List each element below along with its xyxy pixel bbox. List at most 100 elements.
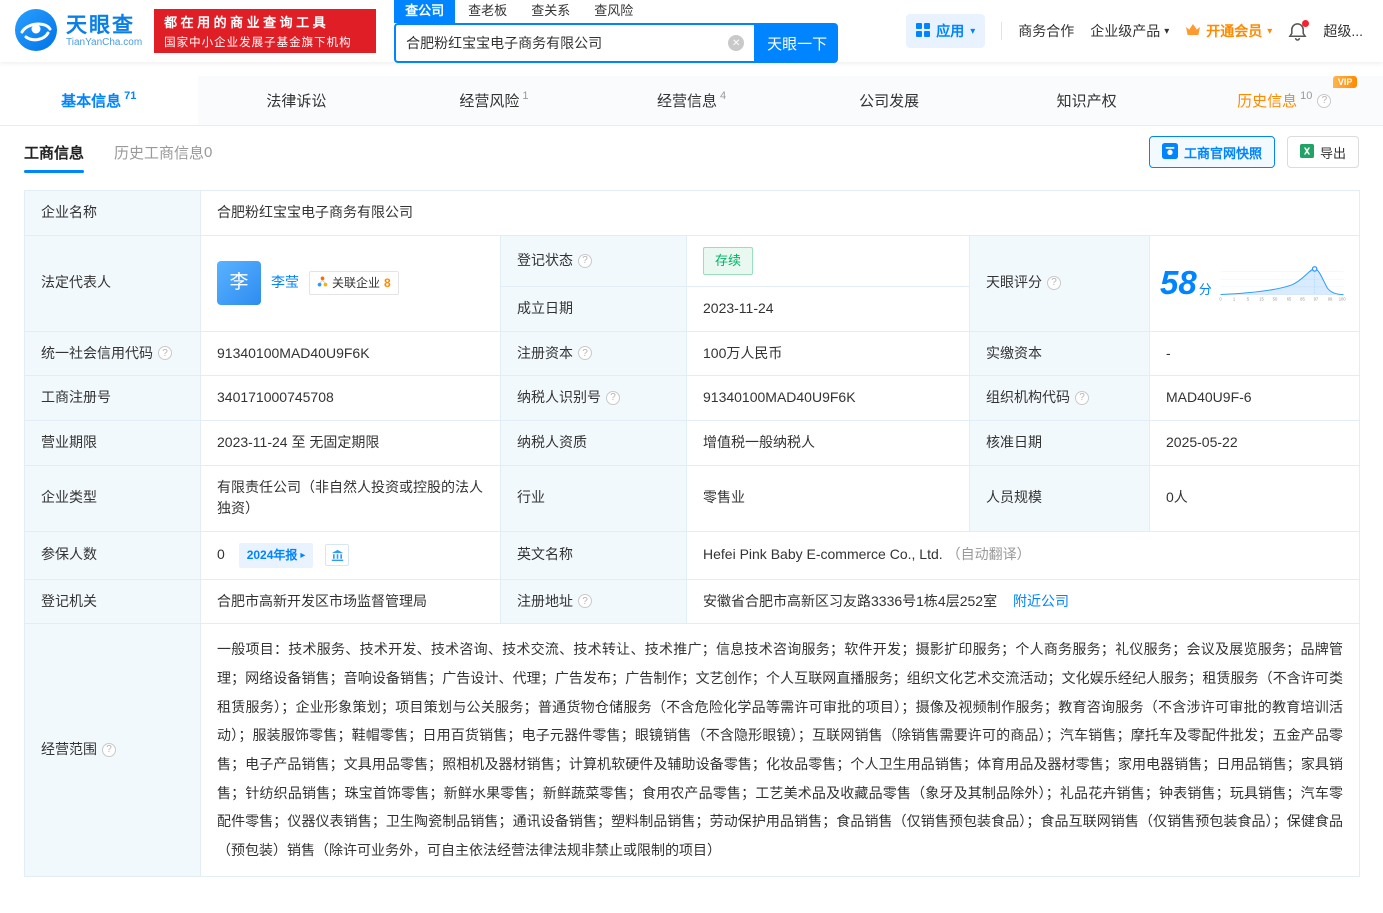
taxpayer-id-label: 纳税人识别号 [500, 375, 687, 421]
search-tabs: 查公司 查老板 查关系 查风险 [394, 0, 838, 23]
help-icon[interactable] [1075, 391, 1089, 406]
apps-button[interactable]: 应用 ▾ [906, 14, 986, 48]
table-row: 法定代表人 李 李莹 关联企业 8 登记状态 ? 存续 天眼评分 ? 58 分 … [24, 234, 1361, 332]
subtab-business-registration[interactable]: 工商信息 [24, 142, 85, 173]
notification-bell-icon[interactable] [1288, 19, 1310, 41]
business-scope-label: 经营范围 [24, 623, 201, 877]
tab-intellectual-property[interactable]: 知识产权 [988, 76, 1186, 125]
reg-capital-label: 注册资本 [500, 330, 687, 377]
slogan-line1: 都在用的商业查询工具 [164, 15, 330, 30]
svg-text:97: 97 [1313, 296, 1318, 301]
legal-rep-cell: 李 李莹 关联企业 8 [200, 234, 501, 332]
nearby-companies-link[interactable]: 附近公司 [1013, 593, 1069, 609]
reg-status-value: 存续 [686, 234, 970, 287]
search-tab-boss[interactable]: 查老板 [457, 0, 518, 23]
table-row: 统一社会信用代码 91340100MAD40U9F6K 注册资本 100万人民币… [24, 330, 1361, 377]
org-code-label: 组织机构代码 [969, 375, 1150, 421]
tianyan-score-label: 天眼评分 [969, 234, 1150, 332]
staff-size-value: 0人 [1148, 464, 1361, 532]
table-row: 工商注册号 340171000745708 纳税人识别号 91340100MAD… [24, 375, 1361, 421]
legal-rep-name-link[interactable]: 李莹 [271, 272, 299, 294]
related-companies-tag[interactable]: 关联企业 8 [309, 270, 399, 296]
open-vip-button[interactable]: 开通会员 ▾ [1185, 21, 1272, 41]
nav-enterprise-products[interactable]: 企业级产品 ▾ [1090, 21, 1169, 41]
help-icon[interactable] [578, 594, 592, 609]
svg-text:50: 50 [1272, 296, 1277, 301]
address-value-cell: 安徽省合肥市高新区习友路3336号1栋4层252室 附近公司 [685, 578, 1361, 625]
clear-search-icon[interactable] [728, 35, 745, 51]
subtab-history-registration[interactable]: 历史工商信息 0 [114, 142, 212, 163]
tianyancha-eye-icon [14, 8, 58, 55]
subtab-row: 工商信息 历史工商信息 0 工商官网快照 导出 [0, 126, 1383, 178]
vip-badge: VIP [1332, 76, 1358, 88]
term-label: 营业期限 [24, 419, 201, 466]
help-icon[interactable] [158, 346, 172, 361]
svg-text:85: 85 [1300, 296, 1305, 301]
table-row: 营业期限 2023-11-24 至 无固定期限 纳税人资质 增值税一般纳税人 核… [24, 419, 1361, 466]
industry-value: 零售业 [686, 464, 970, 532]
tab-legal-proceedings[interactable]: 法律诉讼 [198, 76, 396, 125]
tab-business-info[interactable]: 经营信息 4 [593, 76, 791, 125]
search-tab-risk[interactable]: 查风险 [583, 0, 644, 23]
divider [1001, 22, 1003, 40]
company-info-table: 企业名称 合肥粉红宝宝电子商务有限公司 法定代表人 李 李莹 关联企业 8 登记… [24, 190, 1361, 877]
svg-text:0: 0 [1219, 296, 1222, 301]
uscc-label: 统一社会信用代码 [24, 330, 201, 377]
search-tab-company[interactable]: 查公司 [394, 0, 456, 23]
taxpayer-id-value: 91340100MAD40U9F6K [686, 375, 970, 421]
legal-rep-label: 法定代表人 [24, 234, 201, 332]
approval-date-label: 核准日期 [969, 419, 1150, 466]
tianyan-score-cell[interactable]: 58 分 0 1 5 15 50 65 85 97 99 100 [1148, 234, 1361, 332]
export-button[interactable]: 导出 [1286, 136, 1359, 168]
status-badge: 存续 [703, 246, 754, 275]
help-icon[interactable] [1317, 93, 1332, 108]
annual-report-archive-icon[interactable] [325, 544, 350, 567]
search-input[interactable] [406, 35, 729, 51]
network-graph-icon [317, 274, 328, 293]
help-icon[interactable] [1047, 276, 1061, 291]
help-icon[interactable] [606, 391, 620, 406]
paid-capital-label: 实缴资本 [969, 330, 1150, 377]
help-icon[interactable] [578, 253, 592, 268]
official-snapshot-button[interactable]: 工商官网快照 [1148, 136, 1275, 168]
brand-name: 天眼查 [66, 13, 135, 37]
company-type-label: 企业类型 [24, 464, 201, 532]
staff-size-label: 人员规模 [969, 464, 1150, 532]
reg-authority-value: 合肥市高新开发区市场监督管理局 [200, 578, 501, 625]
help-icon[interactable] [102, 742, 116, 757]
nav-business-cooperation[interactable]: 商务合作 [1018, 21, 1074, 41]
legal-rep-avatar[interactable]: 李 [217, 261, 261, 306]
insured-value-cell: 0 2024年报 ▸ [200, 530, 501, 580]
help-icon[interactable] [578, 346, 592, 361]
tab-history-info[interactable]: VIP 历史信息 10 [1185, 76, 1383, 125]
company-name-value: 合肥粉红宝宝电子商务有限公司 [199, 190, 1361, 236]
reg-status-label: 登记状态 [500, 234, 687, 287]
search-tab-relation[interactable]: 查关系 [520, 0, 581, 23]
snapshot-camera-icon [1161, 142, 1178, 162]
score-number: 58 分 [1160, 263, 1212, 301]
tab-operational-risk[interactable]: 经营风险 1 [395, 76, 593, 125]
tianyancha-logo[interactable]: 天眼查 TianYanCha.com [14, 8, 142, 55]
term-value: 2023-11-24 至 无固定期限 [200, 419, 501, 466]
en-name-label: 英文名称 [500, 530, 687, 580]
chevron-down-icon: ▾ [1164, 25, 1170, 37]
address-label: 注册地址 [500, 578, 687, 625]
tab-basic-info[interactable]: 基本信息 71 [0, 76, 198, 125]
nav-super-vip[interactable]: 超级... [1323, 21, 1363, 41]
reg-no-label: 工商注册号 [24, 375, 201, 421]
score-distribution-chart: 0 1 5 15 50 65 85 97 99 100 [1219, 266, 1346, 301]
svg-text:65: 65 [1286, 296, 1291, 301]
search-area: 查公司 查老板 查关系 查风险 天眼一下 [394, 0, 839, 63]
search-button[interactable]: 天眼一下 [756, 23, 839, 63]
business-scope-value: 一般项目：技术服务、技术开发、技术咨询、技术交流、技术转让、技术推广；信息技术咨… [199, 623, 1361, 877]
table-row: 登记机关 合肥市高新开发区市场监督管理局 注册地址 安徽省合肥市高新区习友路33… [24, 578, 1361, 625]
insured-label: 参保人数 [24, 530, 201, 580]
annual-report-badge[interactable]: 2024年报 ▸ [238, 542, 314, 568]
table-row: 参保人数 0 2024年报 ▸ 英文名称 Hefei Pink Baby E-c… [24, 530, 1361, 580]
top-header: 天眼查 TianYanCha.com 都在用的商业查询工具 国家中小企业发展子基… [0, 0, 1383, 63]
brand-domain: TianYanCha.com [66, 37, 143, 49]
chevron-right-icon: ▸ [300, 549, 306, 561]
chevron-down-icon: ▾ [970, 25, 976, 37]
approval-date-value: 2025-05-22 [1148, 419, 1361, 466]
tab-company-development[interactable]: 公司发展 [790, 76, 988, 125]
